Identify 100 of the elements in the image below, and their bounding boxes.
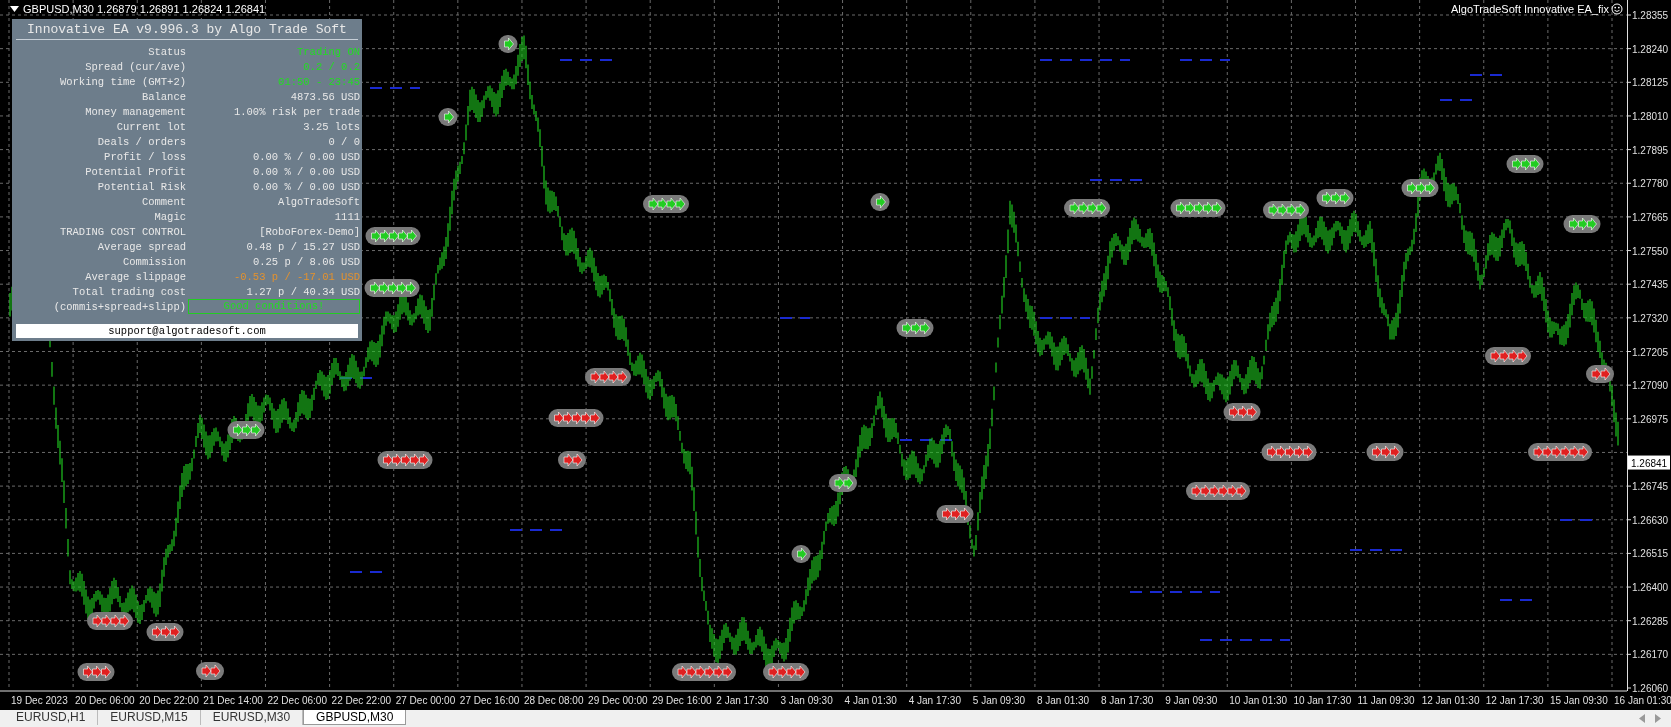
panel-value: 1111 xyxy=(333,210,360,223)
trade-marker-icon xyxy=(1186,482,1250,500)
price-axis-label: 1.26400 xyxy=(1632,582,1669,594)
chart-tab[interactable]: GBPUSD,M30 xyxy=(303,710,407,725)
time-axis-label: 27 Dec 00:00 xyxy=(395,695,456,706)
trade-marker-icon xyxy=(896,319,934,337)
time-axis-label: 9 Jan 09:30 xyxy=(1165,695,1218,706)
price-axis-label: 1.27665 xyxy=(1632,211,1669,223)
trade-marker-icon xyxy=(1506,155,1544,173)
panel-label: TRADING COST CONTROL xyxy=(58,225,186,238)
panel-label: Money management xyxy=(84,105,186,118)
trade-marker-icon xyxy=(1528,443,1592,461)
panel-value: 01:50 - 23:45 xyxy=(277,75,360,88)
trade-marker-icon xyxy=(1223,403,1261,421)
current-price-tag: 1.26841 xyxy=(1628,455,1670,470)
panel-value: 1.27 p / 40.34 USD xyxy=(245,285,360,298)
trade-marker-icon xyxy=(196,662,224,680)
price-axis-label: 1.28010 xyxy=(1632,110,1669,122)
trade-marker-icon xyxy=(1263,201,1309,219)
time-axis-label: 10 Jan 17:30 xyxy=(1293,695,1352,706)
trade-marker-icon xyxy=(585,368,631,386)
trade-marker-icon xyxy=(1563,215,1601,233)
time-axis-label: 22 Dec 22:00 xyxy=(331,695,392,706)
trade-marker-icon xyxy=(1401,179,1439,197)
panel-value: Trading ON xyxy=(296,45,360,58)
time-axis-label: 27 Dec 16:00 xyxy=(459,695,520,706)
trade-marker-icon xyxy=(227,421,265,439)
time-axis-label: 12 Jan 17:30 xyxy=(1485,695,1544,706)
price-axis-label: 1.27320 xyxy=(1632,312,1669,324)
price-axis-label: 1.27780 xyxy=(1632,178,1669,190)
chart-tab[interactable]: EURUSD,H1 xyxy=(4,710,99,725)
smiley-icon xyxy=(1611,3,1623,15)
trade-marker-icon xyxy=(672,663,736,681)
panel-value: 0.2 / 0.2 xyxy=(302,60,360,73)
price-axis-label: 1.26285 xyxy=(1632,615,1669,627)
collapse-triangle-icon[interactable] xyxy=(10,6,19,12)
time-axis-label: 2 Jan 17:30 xyxy=(716,695,769,706)
price-axis-label: 1.26170 xyxy=(1632,649,1669,661)
trade-marker-icon xyxy=(77,663,115,681)
order-level-line xyxy=(779,317,811,319)
panel-value: 0.48 p / 15.27 USD xyxy=(245,240,360,253)
panel-value: [RoboForex-Demo] xyxy=(258,225,360,238)
trade-marker-icon xyxy=(1485,347,1531,365)
price-axis-label: 1.27435 xyxy=(1632,279,1669,291)
scroll-left-icon[interactable] xyxy=(1639,714,1645,723)
price-axis-label: 1.27550 xyxy=(1632,245,1669,257)
price-axis-label: 1.26745 xyxy=(1632,481,1669,493)
time-axis-label: 10 Jan 01:30 xyxy=(1229,695,1288,706)
panel-value: 4873.56 USD xyxy=(289,90,360,103)
trade-marker-icon xyxy=(643,195,689,213)
time-axis-label: 20 Dec 06:00 xyxy=(75,695,135,706)
support-email: support@algotradesoft.com xyxy=(16,324,358,338)
trade-marker-icon xyxy=(548,409,604,427)
price-axis-label: 1.27090 xyxy=(1632,380,1669,392)
panel-label: Working time (GMT+2) xyxy=(58,75,186,88)
panel-value: 0.00 % / 0.00 USD xyxy=(251,180,360,193)
panel-value: 1.00% risk per trade xyxy=(232,105,360,118)
time-axis-label: 3 Jan 09:30 xyxy=(780,695,833,706)
time-axis-label: 4 Jan 17:30 xyxy=(908,695,961,706)
panel-label: Total trading cost xyxy=(71,285,186,298)
time-axis-label: 22 Dec 06:00 xyxy=(267,695,327,706)
chart-tab[interactable]: EURUSD,M15 xyxy=(98,710,201,725)
price-axis-label: 1.28355 xyxy=(1632,10,1669,21)
time-axis-label: 29 Dec 00:00 xyxy=(588,695,648,706)
panel-value: 3.25 lots xyxy=(302,120,360,133)
panel-label: Profit / loss xyxy=(103,150,186,163)
price-axis-label: 1.28240 xyxy=(1632,43,1669,55)
price-axis-label: 1.26975 xyxy=(1632,413,1669,425)
price-axis-label: 1.27895 xyxy=(1632,144,1669,156)
price-axis-label: 1.26630 xyxy=(1632,514,1669,526)
trade-marker-icon xyxy=(763,663,809,681)
trade-marker-icon xyxy=(936,505,974,523)
symbol-quote-text: GBPUSD,M30 1.26879 1.26891 1.26824 1.26841 xyxy=(23,3,266,15)
panel-value: 0 / 0 xyxy=(327,135,360,148)
panel-value: 0.25 p / 8.06 USD xyxy=(251,255,360,268)
trade-marker-icon xyxy=(791,545,811,563)
trade-marker-icon xyxy=(377,451,433,469)
panel-label: Balance xyxy=(140,90,186,103)
trade-marker-icon xyxy=(829,474,857,492)
time-axis-label: 4 Jan 01:30 xyxy=(844,695,897,706)
panel-value: 0.00 % / 0.00 USD xyxy=(251,165,360,178)
trade-marker-icon xyxy=(1261,443,1317,461)
panel-value: -0.53 p / -17.01 USD xyxy=(232,270,360,283)
price-axis-label: 1.28125 xyxy=(1632,77,1669,89)
time-axis-label: 12 Jan 01:30 xyxy=(1421,695,1480,706)
panel-title: Innovative EA v9.996.3 by Algo Trade Soft xyxy=(16,19,358,40)
time-axis-label: 16 Jan 01:30 xyxy=(1614,695,1671,706)
panel-label: Spread (cur/ave) xyxy=(84,60,186,73)
status-badge: Good conditions! xyxy=(188,299,360,314)
panel-label: Average spread xyxy=(96,240,186,253)
time-axis-label: 15 Jan 09:30 xyxy=(1549,695,1608,706)
expert-name: AlgoTradeSoft Innovative EA_fix xyxy=(1451,3,1609,15)
trade-marker-icon xyxy=(558,451,586,469)
trade-marker-icon xyxy=(1064,199,1110,217)
trade-marker-icon xyxy=(1316,189,1354,207)
scroll-right-icon[interactable] xyxy=(1655,714,1661,723)
time-axis-label: 29 Dec 16:00 xyxy=(652,695,712,706)
panel-label: Commission xyxy=(122,255,186,268)
panel-label: Current lot xyxy=(115,120,186,133)
time-axis-label: 19 Dec 2023 xyxy=(11,695,68,706)
